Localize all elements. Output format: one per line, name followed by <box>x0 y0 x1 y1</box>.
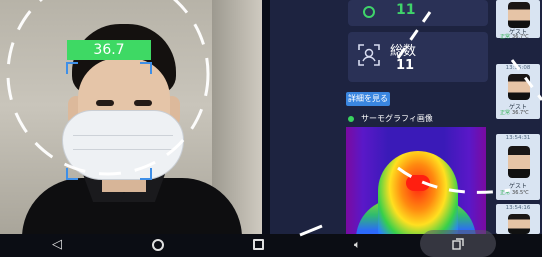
thermal-image-title: サーモグラフィ画像 <box>361 114 433 123</box>
thermal-head <box>378 151 458 234</box>
history-card[interactable]: 13:55:08 ゲスト 正常 36.7℃ <box>496 64 540 119</box>
passed-count: 11 <box>396 2 416 18</box>
passed-count-card: 11 <box>348 0 488 26</box>
details-button[interactable]: 詳細を見る <box>346 92 390 106</box>
total-label: 総数 <box>390 44 417 59</box>
history-card[interactable]: ゲスト 正常 36.7℃ <box>496 0 540 40</box>
history-status: 正常 <box>500 34 511 40</box>
history-temp: 36.7℃ <box>512 34 529 40</box>
panel-divider <box>262 0 270 234</box>
avatar <box>508 214 530 234</box>
thermal-image <box>346 127 486 234</box>
history-status: 正常 <box>500 110 511 116</box>
total-count-card: 総数 11 <box>348 32 488 82</box>
face-detection-frame <box>66 62 152 180</box>
history-time: 13:54:31 <box>505 135 531 141</box>
history-temp: 36.5℃ <box>512 190 529 196</box>
camera-feed: 36.7 <box>0 0 262 234</box>
history-card[interactable]: 13:54:31 ゲスト 正常 36.5℃ <box>496 134 540 200</box>
home-icon[interactable] <box>152 239 164 251</box>
history-time: 13:54:16 <box>505 205 531 211</box>
avatar <box>508 146 530 178</box>
screenshot-icon[interactable] <box>452 238 464 250</box>
history-time: 13:55:08 <box>505 65 531 71</box>
recent-apps-icon[interactable] <box>253 239 264 250</box>
history-status: 正常 <box>500 190 511 196</box>
history-temp: 36.7℃ <box>512 110 529 116</box>
face-scan-icon <box>358 44 380 66</box>
total-count: 11 <box>396 58 415 73</box>
avatar <box>508 74 530 100</box>
temperature-badge: 36.7 <box>67 40 151 60</box>
thermal-hotspot <box>406 175 430 191</box>
frame-corner <box>140 168 152 180</box>
back-icon[interactable]: ◁ <box>52 237 62 253</box>
frame-corner <box>140 62 152 74</box>
avatar <box>508 2 530 28</box>
frame-corner <box>66 168 78 180</box>
check-ok-icon <box>362 2 375 18</box>
volume-icon[interactable]: 🔈︎ <box>354 238 361 252</box>
frame-corner <box>66 62 78 74</box>
history-card[interactable]: 13:54:16 <box>496 204 540 234</box>
status-dot-icon <box>348 116 354 122</box>
